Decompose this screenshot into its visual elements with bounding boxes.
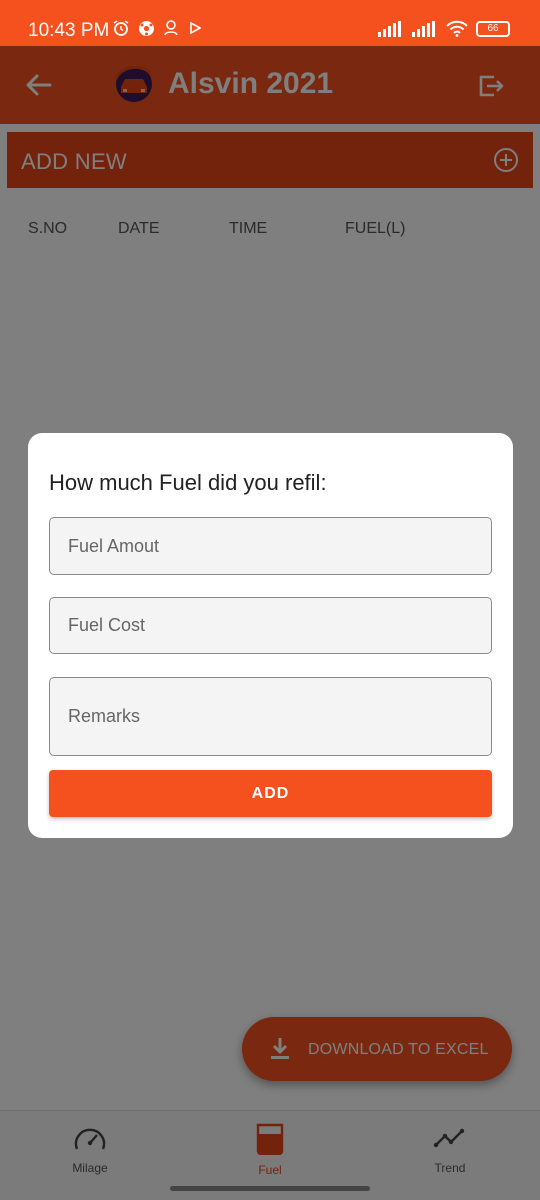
ball-icon [139, 20, 154, 36]
signal-icon-2 [412, 20, 435, 37]
add-fuel-dialog: How much Fuel did you refil: ADD [28, 433, 513, 838]
fuel-cost-input[interactable] [49, 597, 492, 654]
remarks-input[interactable] [49, 677, 492, 756]
alarm-icon [113, 20, 129, 36]
play-icon [190, 22, 201, 34]
battery-icon: 66 [476, 20, 510, 37]
status-time: 10:43 PM [28, 20, 110, 41]
status-bar: 10:43 PM 66 [0, 0, 540, 46]
status-system-icons: 66 [378, 20, 510, 37]
wifi-icon [446, 20, 468, 37]
dialog-title: How much Fuel did you refil: [49, 470, 327, 495]
add-button[interactable]: ADD [49, 770, 492, 817]
contact-icon [164, 20, 178, 36]
status-notification-icons [112, 19, 201, 37]
signal-icon [378, 20, 401, 37]
battery-level: 66 [487, 22, 499, 34]
fuel-amount-input[interactable] [49, 517, 492, 575]
